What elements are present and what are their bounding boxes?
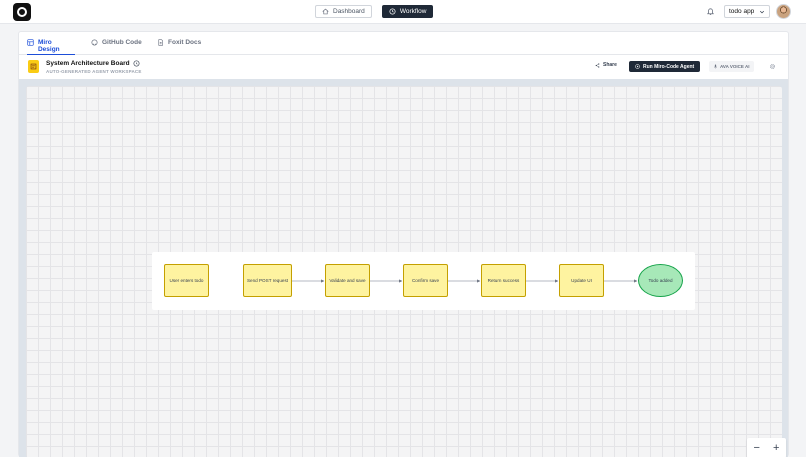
voice-ai-button[interactable]: AVA VOICE AI	[709, 61, 754, 72]
play-circle-icon	[635, 64, 640, 69]
gear-icon[interactable]	[769, 63, 776, 70]
github-icon	[91, 39, 98, 46]
view-switcher: Dashboard Workflow	[315, 5, 434, 19]
board-title: System Architecture Board	[46, 60, 140, 67]
board-icon	[27, 39, 34, 46]
microphone-icon	[714, 64, 717, 69]
nav-workflow-button[interactable]: Workflow	[381, 5, 434, 18]
nav-dashboard-button[interactable]: Dashboard	[315, 5, 372, 18]
voice-ai-label: AVA VOICE AI	[720, 64, 750, 69]
flow-diagram[interactable]: User enters todo Send POST request Valid…	[152, 252, 695, 310]
run-agent-button[interactable]: Run Miro-Code Agent	[629, 61, 701, 72]
tab-label: Miro Design	[37, 39, 60, 53]
tab-github-code[interactable]: GitHub Code	[91, 39, 142, 55]
flow-node[interactable]: User enters todo	[164, 264, 209, 297]
zoom-controls: − +	[747, 438, 786, 457]
whiteboard-canvas[interactable]: User enters todo Send POST request Valid…	[26, 86, 786, 457]
tab-bar: Miro Design GitHub Code Foxit Docs	[19, 32, 788, 55]
workflow-icon	[389, 8, 396, 15]
flow-node[interactable]: Send POST request	[243, 264, 292, 297]
sticky-note-icon	[28, 60, 39, 73]
nav-workflow-label: Workflow	[399, 8, 427, 15]
run-agent-label: Run Miro-Code Agent	[643, 63, 695, 70]
nav-dashboard-label: Dashboard	[333, 8, 365, 15]
tab-foxit-docs[interactable]: Foxit Docs	[157, 39, 201, 55]
tab-label: Foxit Docs	[168, 39, 202, 46]
top-bar: Dashboard Workflow todo app	[0, 0, 806, 24]
flow-node[interactable]: Confirm save	[403, 264, 448, 297]
info-icon[interactable]	[133, 60, 140, 67]
board-title-text: System Architecture Board	[46, 60, 130, 67]
flow-node[interactable]: Update UI	[559, 264, 604, 297]
zoom-in-button[interactable]: +	[769, 442, 783, 454]
document-icon	[158, 39, 163, 46]
canvas-frame: User enters todo Send POST request Valid…	[19, 79, 788, 457]
bell-icon[interactable]	[706, 7, 715, 16]
chevron-down-icon	[759, 10, 765, 13]
app-logo[interactable]	[13, 3, 31, 21]
app-select-value: todo app	[729, 8, 755, 15]
flow-node-end[interactable]: Todo added	[638, 264, 683, 297]
home-icon	[322, 8, 329, 15]
board-subtitle: AUTO-GENERATED AGENT WORKSPACE	[46, 69, 142, 74]
flow-node[interactable]: Return success	[481, 264, 526, 297]
zoom-out-button[interactable]: −	[750, 442, 764, 454]
share-icon	[595, 62, 600, 68]
share-label: Share	[603, 62, 617, 68]
flow-node[interactable]: Validate and save	[325, 264, 370, 297]
tab-miro-design[interactable]: Miro Design	[27, 39, 75, 55]
avatar[interactable]	[776, 4, 791, 19]
app-select[interactable]: todo app	[724, 5, 770, 18]
workspace-panel: Miro Design GitHub Code Foxit Docs Syste…	[18, 31, 789, 457]
board-toolbar: System Architecture Board AUTO-GENERATED…	[19, 56, 788, 78]
tab-label: GitHub Code	[102, 39, 142, 46]
share-button[interactable]: Share	[595, 62, 617, 68]
